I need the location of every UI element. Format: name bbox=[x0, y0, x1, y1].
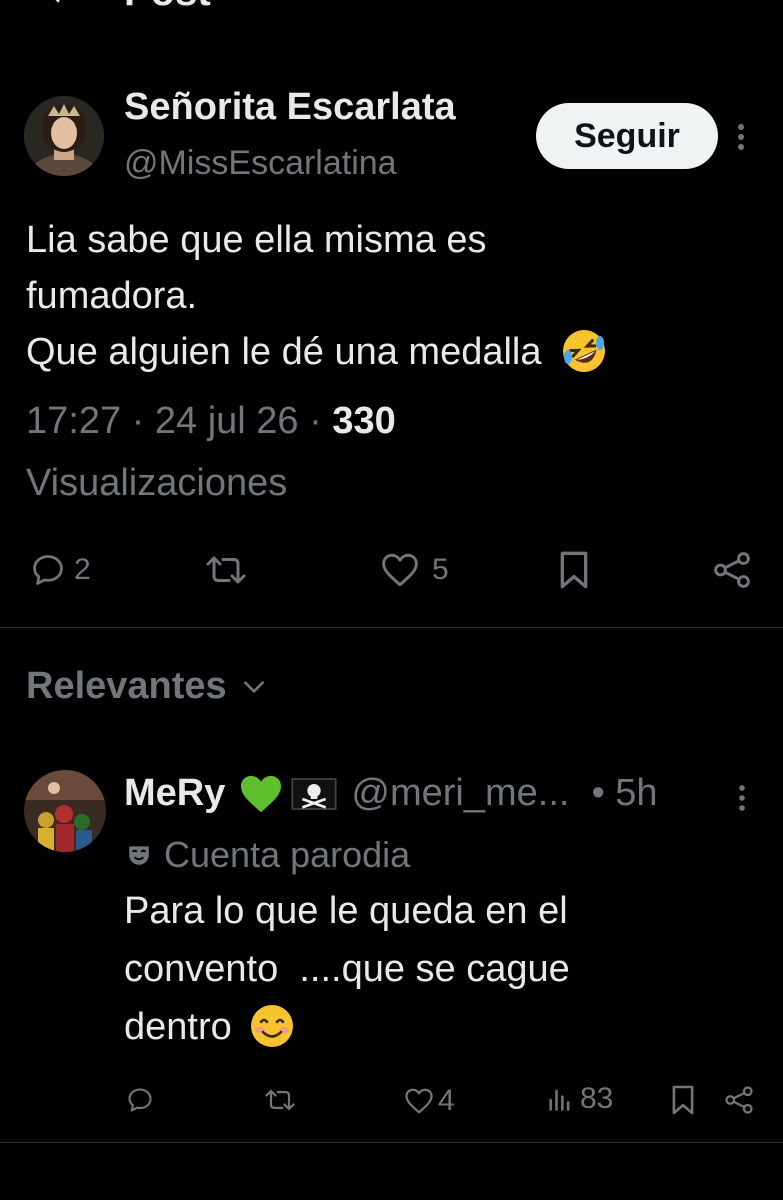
pirate-flag-emoji bbox=[291, 777, 337, 810]
reply-more-options-icon[interactable] bbox=[736, 784, 748, 812]
reply-author-name[interactable]: MeRy bbox=[124, 772, 225, 815]
reply-bookmark-icon[interactable] bbox=[670, 1084, 696, 1116]
green-heart-emoji bbox=[241, 775, 282, 812]
reply-text-line: dentro bbox=[124, 998, 764, 1056]
more-options-icon[interactable] bbox=[734, 122, 748, 152]
repost-action[interactable] bbox=[202, 552, 250, 588]
meta-separator: · bbox=[309, 400, 333, 442]
like-action[interactable]: 5 bbox=[380, 552, 449, 588]
reply-count: 2 bbox=[74, 553, 91, 586]
bookmark-icon[interactable] bbox=[556, 550, 592, 590]
reply-time[interactable]: • 5h bbox=[591, 772, 657, 815]
reply-views-action[interactable]: 83 bbox=[546, 1082, 613, 1116]
reply-share-icon[interactable] bbox=[724, 1086, 754, 1114]
post-meta: 17:27 · 24 jul 26 · 330 bbox=[26, 400, 396, 443]
post-date[interactable]: 24 jul 26 bbox=[155, 400, 299, 442]
author-handle[interactable]: @MissEscarlatina bbox=[124, 144, 397, 183]
repost-icon bbox=[206, 556, 246, 584]
sort-label: Relevantes bbox=[26, 665, 227, 707]
meta-separator: · bbox=[131, 400, 155, 442]
reply-like-action[interactable]: 4 bbox=[404, 1084, 455, 1118]
repost-icon bbox=[265, 1089, 295, 1111]
reply-author-handle[interactable]: @meri_me... bbox=[351, 772, 569, 815]
post-text-line: fumadora. bbox=[26, 275, 198, 317]
chevron-down-icon bbox=[243, 680, 264, 693]
reply-reply-action[interactable] bbox=[126, 1086, 154, 1114]
parody-text: Cuenta parodia bbox=[164, 834, 411, 875]
smiling-face-emoji bbox=[251, 1004, 294, 1047]
rolling-on-floor-laughing-emoji bbox=[563, 329, 606, 372]
reply-action[interactable]: 2 bbox=[30, 552, 91, 588]
reply-header: MeRy @meri_me... • 5h bbox=[124, 772, 658, 815]
heart-icon bbox=[405, 1088, 433, 1114]
views-count: 330 bbox=[332, 400, 396, 442]
reply-text-line: Para lo que le queda en el bbox=[124, 890, 568, 932]
reply-icon bbox=[33, 555, 63, 585]
top-bar: Post bbox=[0, 0, 783, 20]
views-label: Visualizaciones bbox=[26, 462, 288, 504]
sort-dropdown[interactable]: Relevantes bbox=[26, 665, 267, 708]
post-time[interactable]: 17:27 bbox=[26, 400, 121, 442]
divider bbox=[0, 627, 783, 628]
back-arrow-icon[interactable] bbox=[44, 0, 74, 8]
like-count: 5 bbox=[432, 553, 449, 586]
reply-icon bbox=[128, 1088, 152, 1112]
author-name[interactable]: Señorita Escarlata bbox=[124, 86, 456, 129]
heart-icon bbox=[382, 553, 418, 587]
reply-views-count: 83 bbox=[580, 1082, 614, 1115]
post-text: Lia sabe que ella misma es fumadora. Que… bbox=[26, 212, 756, 380]
author-avatar[interactable] bbox=[24, 96, 104, 176]
parody-label: Cuenta parodia bbox=[126, 834, 410, 876]
follow-button[interactable]: Seguir bbox=[536, 103, 718, 169]
analytics-icon bbox=[549, 1089, 570, 1111]
post-text-line: Que alguien le dé una medalla bbox=[26, 324, 756, 380]
reply-text-line: convento ....que se cague bbox=[124, 948, 570, 990]
divider bbox=[0, 1142, 783, 1143]
share-icon[interactable] bbox=[712, 552, 752, 588]
reply-repost-action[interactable] bbox=[262, 1086, 298, 1114]
parody-mask-icon bbox=[129, 846, 149, 865]
reply-text: Para lo que le queda en el convento ....… bbox=[124, 882, 764, 1056]
reply-like-count: 4 bbox=[438, 1084, 455, 1117]
reply-author-avatar[interactable] bbox=[24, 770, 106, 852]
post-text-line: Lia sabe que ella misma es bbox=[26, 219, 487, 261]
page-title: Post bbox=[124, 0, 211, 15]
